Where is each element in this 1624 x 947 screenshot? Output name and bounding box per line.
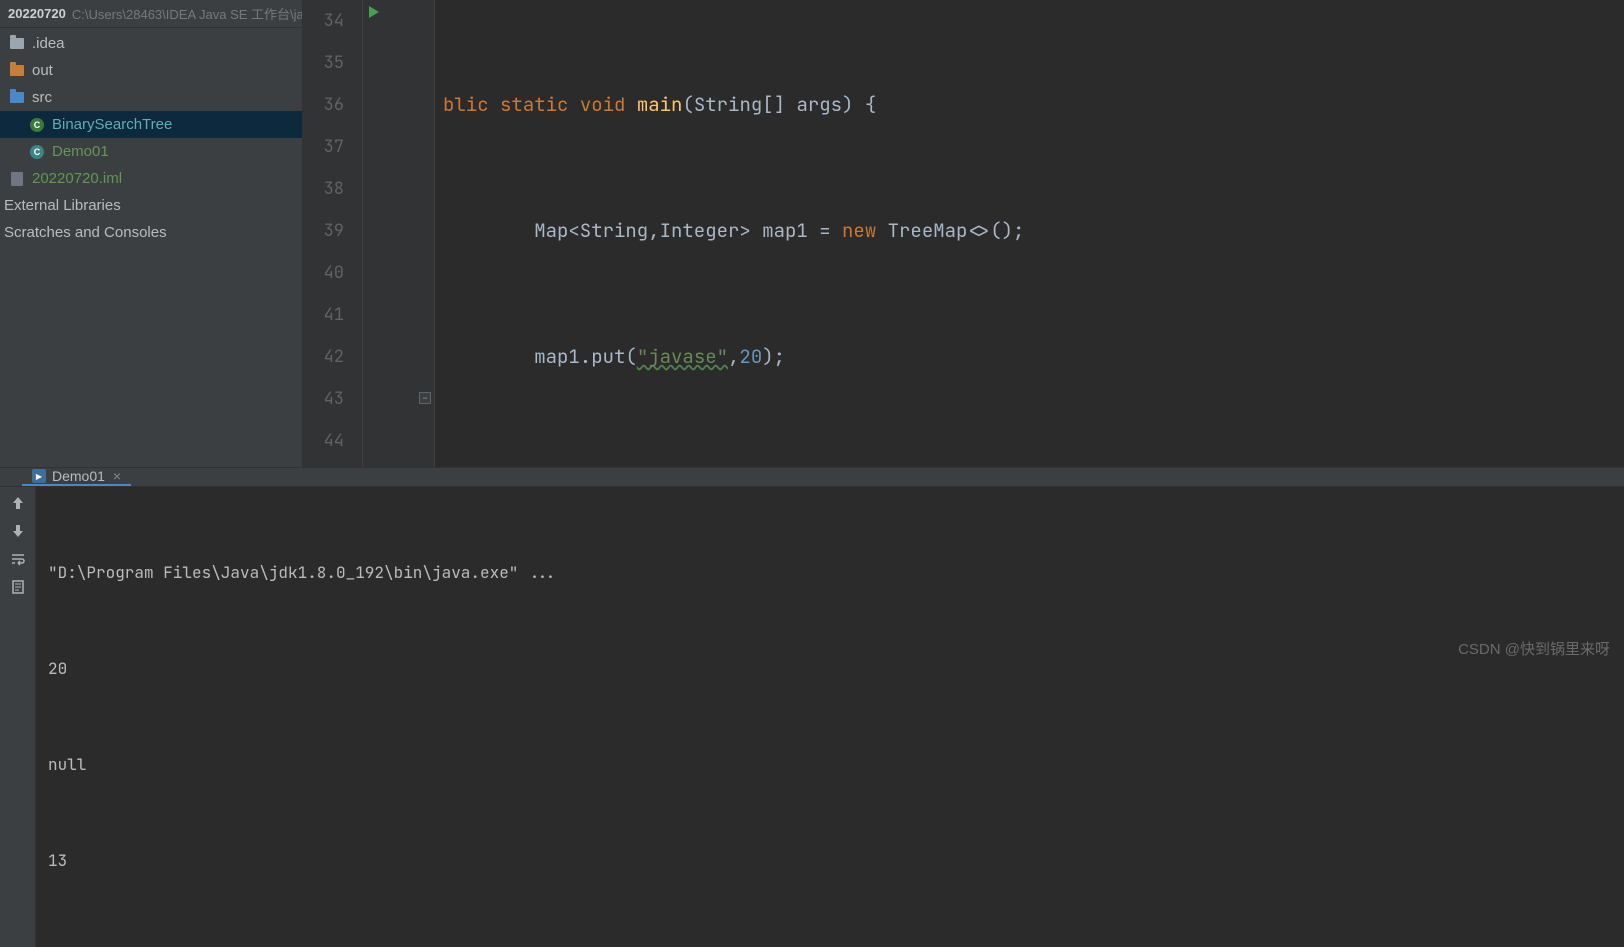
console-tabs: ▶ Demo01 × [0,468,1624,487]
tree-label: External Libraries [4,197,121,214]
line-number: 35 [303,42,344,84]
tree-label: 20220720.iml [32,170,122,187]
line-gutter[interactable]: 34 35 36 37 38 39 40 41 42 43 44 [303,0,363,467]
code-line: map1.put("javase",20); [443,336,1624,378]
breadcrumb-path: C:\Users\28463\IDEA Java SE 工作台\java\202… [72,4,302,23]
project-sidebar: 20220720 C:\Users\28463\IDEA Java SE 工作台… [0,0,303,467]
console-line: 13 [48,845,1612,877]
line-number: 40 [303,252,344,294]
console-line: 20 [48,653,1612,685]
tree-label: Scratches and Consoles [4,224,167,241]
wrap-icon[interactable] [10,551,26,567]
tree-item-external-libraries[interactable]: External Libraries [0,192,302,219]
line-number: 36 [303,84,344,126]
class-icon: C [28,117,46,133]
code-editor[interactable]: blic static void main(String[] args) { M… [435,0,1624,467]
code-line: blic static void main(String[] args) { [443,84,1624,126]
tree-label: Demo01 [52,143,109,160]
line-number: 43 [303,378,344,420]
project-tree: .idea out src C BinarySearchTree C Demo0… [0,28,302,246]
code-line: Map<String,Integer> map1 = new TreeMap<>… [443,210,1624,252]
run-gutter-icon[interactable] [369,6,379,18]
gutter-extra: − [363,0,435,467]
tree-item-out[interactable]: out [0,57,302,84]
tree-label: .idea [32,35,65,52]
arrow-up-icon[interactable] [10,495,26,511]
arrow-down-icon[interactable] [10,523,26,539]
fold-icon[interactable]: − [419,392,431,404]
editor-area: 34 35 36 37 38 39 40 41 42 43 44 − blic … [303,0,1624,467]
line-number: 38 [303,168,344,210]
tree-label: out [32,62,53,79]
tree-label: src [32,89,52,106]
breadcrumb: 20220720 C:\Users\28463\IDEA Java SE 工作台… [0,0,302,28]
console-tab-label: Demo01 [52,468,105,484]
line-number: 37 [303,126,344,168]
tree-item-scratches[interactable]: Scratches and Consoles [0,219,302,246]
tree-label: BinarySearchTree [52,116,172,133]
watermark: CSDN @快到锅里来呀 [1458,638,1610,659]
folder-icon [8,90,26,106]
console-panel: ▶ Demo01 × "D:\Program Files\Java\jdk1.8… [0,467,1624,667]
class-run-icon: C [28,144,46,160]
console-line: null [48,749,1612,781]
tree-item-binarysearchtree[interactable]: C BinarySearchTree [0,111,302,138]
scroll-icon[interactable] [10,579,26,595]
iml-icon [8,171,26,187]
code-line: map1.put("javaee",13); [443,462,1624,467]
console-tab-demo01[interactable]: ▶ Demo01 × [22,468,131,486]
console-output[interactable]: "D:\Program Files\Java\jdk1.8.0_192\bin\… [36,487,1624,947]
line-number: 42 [303,336,344,378]
close-icon[interactable]: × [113,468,121,484]
line-number: 41 [303,294,344,336]
run-config-icon: ▶ [32,469,46,483]
console-command: "D:\Program Files\Java\jdk1.8.0_192\bin\… [48,557,1612,589]
breadcrumb-project: 20220720 [8,6,66,21]
tree-item-idea[interactable]: .idea [0,30,302,57]
tree-item-demo01[interactable]: C Demo01 [0,138,302,165]
console-toolbar [0,487,36,947]
folder-icon [8,63,26,79]
line-number: 39 [303,210,344,252]
tree-item-src[interactable]: src [0,84,302,111]
line-number: 34 [303,0,344,42]
line-number: 44 [303,420,344,462]
tree-item-iml[interactable]: 20220720.iml [0,165,302,192]
folder-icon [8,36,26,52]
